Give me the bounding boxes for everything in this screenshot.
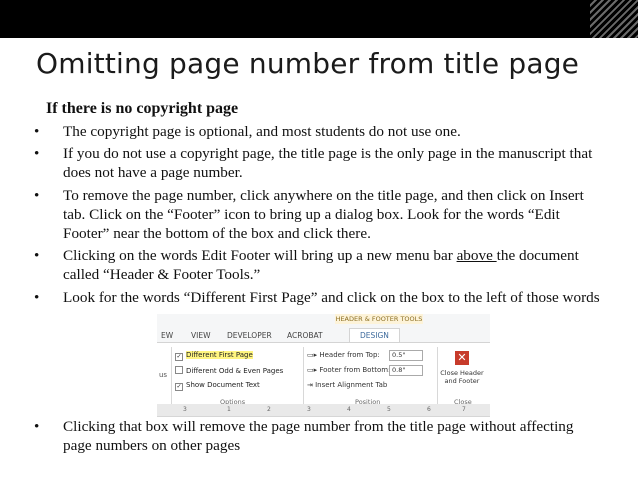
header-from-top-input[interactable]: 0.5" bbox=[389, 350, 423, 361]
cut-off-label: us bbox=[159, 371, 168, 379]
ruler-mark: 3 bbox=[183, 406, 187, 413]
bullet-dot: • bbox=[34, 288, 40, 306]
ruler-mark: 5 bbox=[387, 406, 391, 413]
field-label: Header from Top: bbox=[319, 351, 380, 359]
close-icon[interactable]: ✕ bbox=[455, 351, 469, 365]
context-tab-header: HEADER & FOOTER TOOLS bbox=[335, 314, 423, 324]
list-item: • To remove the page number, click anywhe… bbox=[30, 186, 600, 244]
footer-position-icon: ▭▸ bbox=[307, 366, 320, 374]
checkbox-checked-icon[interactable]: ✓ bbox=[175, 353, 183, 361]
different-odd-even-option[interactable]: Different Odd & Even Pages bbox=[175, 366, 283, 375]
insert-alignment-tab-button[interactable]: ⇥ Insert Alignment Tab bbox=[307, 381, 387, 389]
group-divider bbox=[171, 347, 172, 405]
option-label: Show Document Text bbox=[186, 381, 260, 389]
decorative-stripes bbox=[590, 0, 638, 38]
bullet-text: Look for the words “Different First Page… bbox=[63, 288, 600, 306]
button-label: Insert Alignment Tab bbox=[315, 381, 388, 389]
list-item: • The copyright page is optional, and mos… bbox=[30, 122, 600, 141]
button-label: and Footer bbox=[444, 377, 480, 385]
ruler-mark: 4 bbox=[347, 406, 351, 413]
footer-from-bottom-row: ▭▸ Footer from Bottom: bbox=[307, 366, 390, 374]
group-divider bbox=[303, 347, 304, 405]
tab-design[interactable]: DESIGN bbox=[349, 328, 400, 343]
underlined-word: above bbox=[456, 247, 497, 265]
bullet-text-part: Clicking on the words Edit Footer will b… bbox=[63, 247, 457, 265]
tab-developer[interactable]: DEVELOPER bbox=[227, 331, 272, 340]
option-label: Different First Page bbox=[186, 351, 253, 359]
footer-from-bottom-input[interactable]: 0.8" bbox=[389, 365, 423, 376]
header-from-top-row: ▭▸ Header from Top: bbox=[307, 351, 380, 359]
ruler-mark: 6 bbox=[427, 406, 431, 413]
button-label: Close Header bbox=[440, 369, 484, 377]
alignment-tab-icon: ⇥ bbox=[307, 381, 316, 389]
checkbox-icon[interactable] bbox=[175, 366, 183, 374]
bullet-text: Clicking that box will remove the page n… bbox=[63, 418, 574, 455]
ribbon-body: us ✓ Different First Page Different Odd &… bbox=[157, 342, 490, 406]
ribbon-screenshot: HEADER & FOOTER TOOLS EW VIEW DEVELOPER … bbox=[157, 314, 490, 417]
header-position-icon: ▭▸ bbox=[307, 351, 320, 359]
show-document-text-option[interactable]: ✓ Show Document Text bbox=[175, 381, 260, 391]
group-divider bbox=[437, 347, 438, 405]
bullet-text: To remove the page number, click anywher… bbox=[63, 186, 584, 243]
tab-view[interactable]: VIEW bbox=[191, 331, 211, 340]
bullet-text: The copyright page is optional, and most… bbox=[63, 123, 461, 140]
bullet-dot: • bbox=[34, 145, 40, 163]
ruler-mark: 2 bbox=[267, 406, 271, 413]
tab-ew[interactable]: EW bbox=[161, 331, 173, 340]
bullet-dot: • bbox=[34, 186, 40, 204]
ribbon-tabs: EW VIEW DEVELOPER ACROBAT DESIGN bbox=[157, 328, 490, 343]
top-bar bbox=[0, 0, 638, 38]
bullet-dot: • bbox=[34, 123, 40, 140]
list-item: • Clicking that box will remove the page … bbox=[30, 417, 600, 455]
ruler: 3 1 2 3 4 5 6 7 bbox=[157, 404, 490, 416]
bullet-text: If you do not use a copyright page, the … bbox=[63, 145, 593, 182]
list-item: • If you do not use a copyright page, the… bbox=[30, 144, 600, 182]
bullet-list-continued: • Clicking that box will remove the page … bbox=[30, 417, 600, 455]
slide-title: Omitting page number from title page bbox=[36, 47, 580, 80]
tab-acrobat[interactable]: ACROBAT bbox=[287, 331, 323, 340]
bullet-dot: • bbox=[34, 418, 40, 435]
ruler-mark: 7 bbox=[462, 406, 466, 413]
bullet-list: • The copyright page is optional, and mos… bbox=[30, 122, 600, 310]
option-label: Different Odd & Even Pages bbox=[186, 367, 284, 375]
bullet-dot: • bbox=[34, 247, 40, 265]
list-item: • Look for the words “Different First Pag… bbox=[30, 288, 600, 307]
field-label: Footer from Bottom: bbox=[319, 366, 391, 374]
subheading: If there is no copyright page bbox=[46, 100, 239, 117]
checkbox-checked-icon[interactable]: ✓ bbox=[175, 383, 183, 391]
ruler-mark: 1 bbox=[227, 406, 231, 413]
ruler-mark: 3 bbox=[307, 406, 311, 413]
list-item: • Clicking on the words Edit Footer will … bbox=[30, 246, 600, 284]
different-first-page-option[interactable]: ✓ Different First Page bbox=[175, 351, 253, 361]
close-header-footer-button[interactable]: Close Header and Footer bbox=[440, 369, 484, 385]
